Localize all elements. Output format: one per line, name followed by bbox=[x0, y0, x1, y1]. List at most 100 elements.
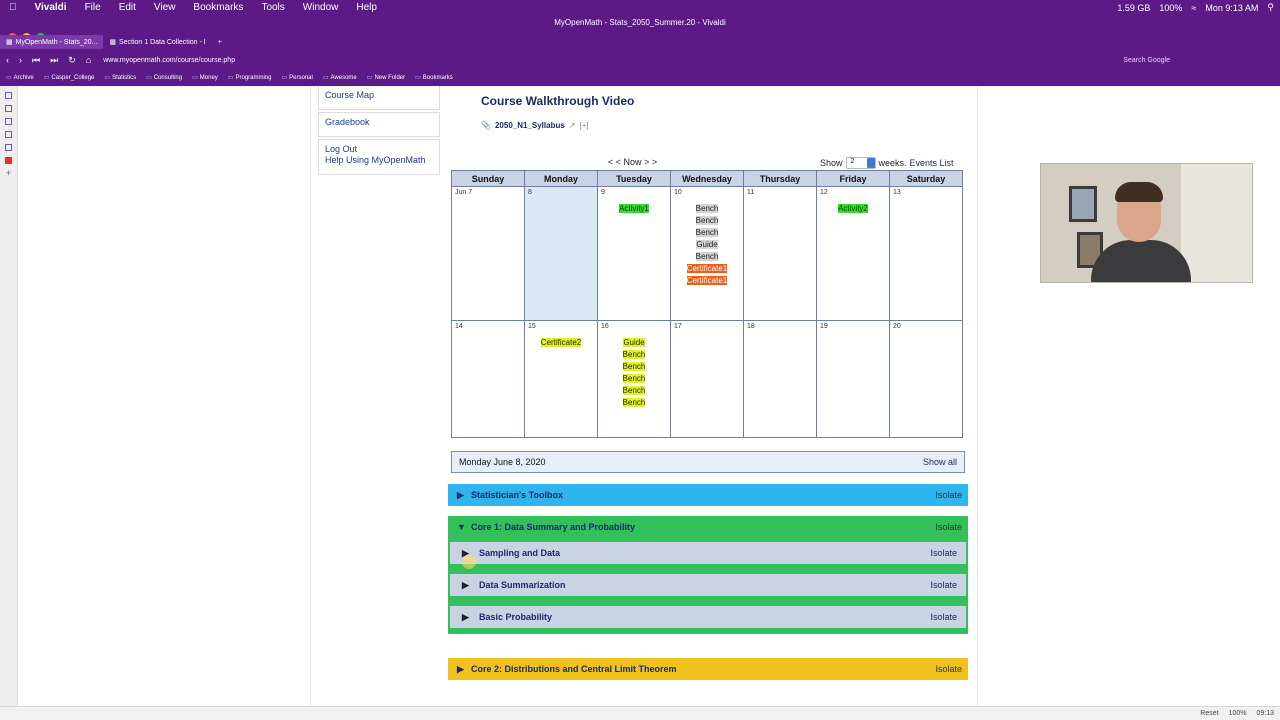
notes-panel-icon[interactable] bbox=[5, 118, 12, 125]
block-title[interactable]: Core 1: Data Summary and Probability bbox=[471, 522, 635, 532]
subblock-title[interactable]: Data Summarization bbox=[479, 580, 566, 590]
home-icon[interactable]: ⌂ bbox=[86, 55, 91, 66]
calendar-event[interactable]: Bench bbox=[622, 386, 646, 395]
wifi-icon[interactable]: ≈ bbox=[1191, 3, 1196, 13]
subblock-title[interactable]: Basic Probability bbox=[479, 612, 552, 622]
reload-icon[interactable]: ↻ bbox=[68, 55, 76, 66]
isolate-link[interactable]: Isolate bbox=[930, 580, 957, 590]
calendar-day-cell[interactable]: 8 bbox=[524, 186, 598, 321]
calendar-event[interactable]: Activity2 bbox=[838, 204, 868, 213]
calendar-event[interactable]: Bench bbox=[622, 350, 646, 359]
calendar-day-cell[interactable]: 18 bbox=[743, 320, 817, 438]
subblock-data-summarization[interactable]: ▶ Data Summarization Isolate bbox=[450, 574, 966, 596]
calendar-day-cell[interactable]: 16 Guide Bench Bench Bench Bench Bench bbox=[597, 320, 671, 438]
caret-down-icon[interactable]: ▼ bbox=[457, 522, 471, 532]
calendar-event[interactable]: Guide bbox=[696, 240, 718, 249]
youtube-panel-icon[interactable] bbox=[5, 157, 12, 164]
fast-forward-icon[interactable]: ⏭ bbox=[50, 55, 58, 66]
search-field[interactable]: Search Google bbox=[1123, 57, 1170, 64]
subblock-title[interactable]: Sampling and Data bbox=[479, 548, 560, 558]
bookmark-item[interactable]: Programming bbox=[228, 74, 271, 81]
apple-icon[interactable]:  bbox=[0, 2, 26, 13]
tab-myopenmath[interactable]: ▦ MyOpenMath - Stats_20... bbox=[0, 35, 104, 49]
zoom-level[interactable]: 100% bbox=[1229, 710, 1247, 717]
syllabus-link[interactable]: 2050_N1_Syllabus bbox=[495, 121, 565, 130]
bookmark-item[interactable]: Statistics bbox=[104, 74, 136, 81]
isolate-link[interactable]: Isolate bbox=[930, 548, 957, 558]
rewind-icon[interactable]: ⏮ bbox=[32, 55, 40, 66]
isolate-link[interactable]: Isolate bbox=[935, 490, 962, 500]
bookmark-item[interactable]: Money bbox=[192, 74, 218, 81]
isolate-link[interactable]: Isolate bbox=[935, 522, 962, 532]
tab-section1[interactable]: ▦ Section 1 Data Collection - I bbox=[103, 38, 211, 47]
menu-tools[interactable]: Tools bbox=[252, 2, 293, 13]
battery-readout[interactable]: 100% bbox=[1159, 3, 1182, 13]
bookmark-item[interactable]: Consulting bbox=[146, 74, 182, 81]
calendar-day-cell[interactable]: 10 Bench Bench Bench Guide Bench Certificate1 C… bbox=[670, 186, 744, 321]
bookmark-item[interactable]: Casper_College bbox=[44, 74, 94, 81]
menu-view[interactable]: View bbox=[145, 2, 185, 13]
url-field[interactable]: www.myopenmath.com/course/course.php bbox=[103, 57, 235, 64]
page-title[interactable]: Course Walkthrough Video bbox=[481, 94, 634, 108]
menu-file[interactable]: File bbox=[76, 2, 110, 13]
caret-right-icon[interactable]: ▶ bbox=[462, 612, 479, 623]
calendar-day-cell[interactable]: 14 bbox=[451, 320, 525, 438]
calendar-event[interactable]: Certificate1 bbox=[686, 276, 728, 285]
help-link[interactable]: Help Using MyOpenMath bbox=[325, 155, 433, 165]
calendar-event[interactable]: Activity1 bbox=[619, 204, 649, 213]
back-icon[interactable]: ‹ bbox=[6, 55, 9, 66]
calendar-event[interactable]: Bench bbox=[622, 398, 646, 407]
gradebook-link[interactable]: Gradebook bbox=[325, 117, 433, 127]
bookmark-item[interactable]: Awesome bbox=[323, 74, 357, 81]
menu-window[interactable]: Window bbox=[294, 2, 348, 13]
forward-icon[interactable]: › bbox=[19, 55, 22, 66]
menu-edit[interactable]: Edit bbox=[110, 2, 145, 13]
bookmark-item[interactable]: Archive bbox=[6, 74, 34, 81]
calendar-event[interactable]: Certificate2 bbox=[540, 338, 582, 347]
calendar-day-cell[interactable]: 20 bbox=[889, 320, 963, 438]
weeks-select[interactable]: 2 bbox=[845, 157, 876, 169]
calendar-event[interactable]: Bench bbox=[695, 252, 719, 261]
caret-right-icon[interactable]: ▶ bbox=[462, 580, 479, 591]
isolate-link[interactable]: Isolate bbox=[935, 664, 962, 674]
calendar-now[interactable]: Now bbox=[624, 157, 642, 167]
zoom-reset[interactable]: Reset bbox=[1200, 710, 1218, 717]
calendar-event[interactable]: Bench bbox=[695, 228, 719, 237]
block-header[interactable]: ▼ Core 1: Data Summary and Probability I… bbox=[448, 516, 968, 538]
isolate-link[interactable]: Isolate bbox=[930, 612, 957, 622]
calendar-day-cell[interactable]: 13 bbox=[889, 186, 963, 321]
calendar-next[interactable]: > > bbox=[644, 157, 657, 167]
show-all-link[interactable]: Show all bbox=[923, 457, 957, 467]
calendar-day-cell[interactable]: 19 bbox=[816, 320, 890, 438]
calendar-day-cell[interactable]: 17 bbox=[670, 320, 744, 438]
external-link-icon[interactable]: ↗ bbox=[569, 121, 576, 130]
calendar-event[interactable]: Bench bbox=[622, 362, 646, 371]
calendar-day-cell[interactable]: 12 Activity2 bbox=[816, 186, 890, 321]
caret-right-icon[interactable]: ▶ bbox=[457, 490, 471, 501]
caret-right-icon[interactable]: ▶ bbox=[457, 664, 471, 675]
menu-bookmarks[interactable]: Bookmarks bbox=[184, 2, 252, 13]
block-title[interactable]: Core 2: Distributions and Central Limit … bbox=[471, 664, 677, 674]
calendar-day-cell[interactable]: Jun 7 bbox=[451, 186, 525, 321]
bookmark-item[interactable]: Bookmarks bbox=[415, 74, 453, 81]
events-list-link[interactable]: Events List bbox=[910, 158, 954, 168]
calendar-prev[interactable]: < < bbox=[608, 157, 621, 167]
calendar-event[interactable]: Bench bbox=[695, 216, 719, 225]
calendar-event[interactable]: Bench bbox=[622, 374, 646, 383]
calendar-day-cell[interactable]: 15 Certificate2 bbox=[524, 320, 598, 438]
downloads-panel-icon[interactable] bbox=[5, 105, 12, 112]
subblock-basic-probability[interactable]: ▶ Basic Probability Isolate bbox=[450, 606, 966, 628]
menubar-app-name[interactable]: Vivaldi bbox=[26, 2, 76, 13]
block-header[interactable]: ▶ Core 2: Distributions and Central Limi… bbox=[448, 658, 968, 680]
calendar-day-cell[interactable]: 11 bbox=[743, 186, 817, 321]
spotlight-icon[interactable]: ⚲ bbox=[1267, 2, 1274, 13]
block-title[interactable]: Statistician's Toolbox bbox=[471, 490, 563, 500]
new-tab-button[interactable]: + bbox=[212, 39, 228, 46]
logout-link[interactable]: Log Out bbox=[325, 144, 433, 154]
calendar-event[interactable]: Certificate1 bbox=[686, 264, 728, 273]
bookmark-item[interactable]: New Folder bbox=[367, 74, 405, 81]
history-panel-icon[interactable] bbox=[5, 131, 12, 138]
course-map-link[interactable]: Course Map bbox=[325, 90, 433, 100]
calendar-day-cell[interactable]: 9 Activity1 bbox=[597, 186, 671, 321]
subblock-sampling-and-data[interactable]: ▶ Sampling and Data Isolate bbox=[450, 542, 966, 564]
